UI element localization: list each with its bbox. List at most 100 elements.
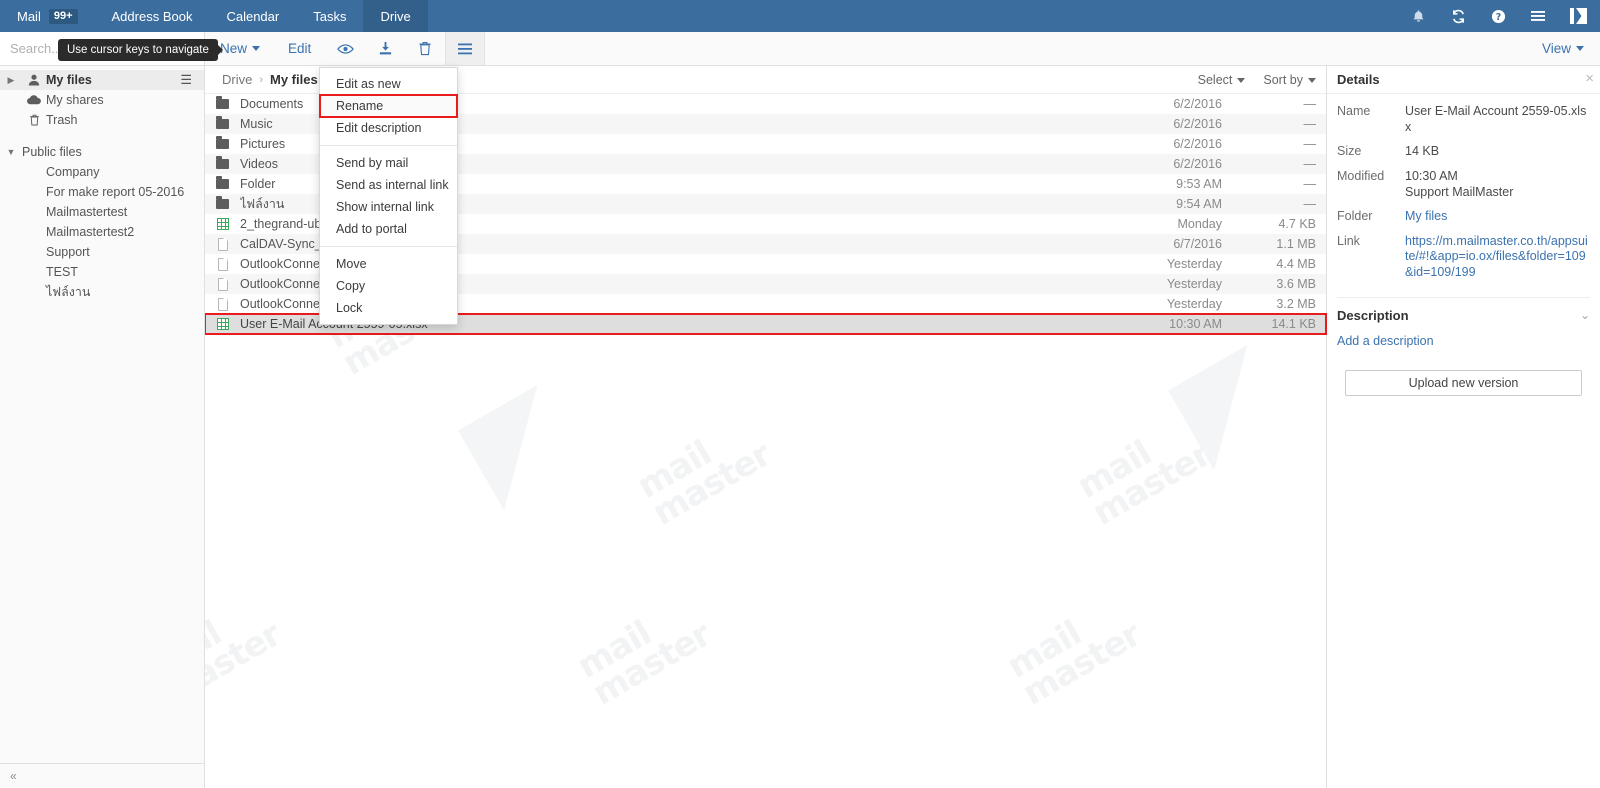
menu-icon[interactable] [1518, 0, 1558, 32]
sidebar-item-test[interactable]: TEST [0, 262, 204, 282]
context-menu: Edit as new Rename Edit description Send… [319, 67, 458, 325]
description-title: Description [1337, 307, 1409, 323]
document-icon [205, 257, 240, 271]
list-controls: Select Sort by [1198, 66, 1316, 94]
sidebar-item-thai-folder-label: ไฟล์งาน [46, 285, 91, 299]
tab-mail-label: Mail [17, 8, 41, 24]
upload-new-version-button[interactable]: Upload new version [1345, 369, 1582, 396]
menu-item-edit-description-label: Edit description [336, 121, 422, 135]
sidebar-item-company[interactable]: Company [0, 162, 204, 182]
edit-button[interactable]: Edit [274, 32, 325, 65]
toolbar-row: New Edit [0, 32, 1600, 66]
tab-drive-label: Drive [380, 8, 411, 24]
menu-item-copy[interactable]: Copy [320, 275, 457, 297]
details-value-modified: 10:30 AM Support MailMaster [1405, 168, 1514, 199]
chevron-right-icon[interactable]: ▶ [0, 75, 22, 86]
details-value-link[interactable]: https://m.mailmaster.co.th/appsuite/#!&a… [1405, 234, 1590, 281]
sidebar-item-test-label: TEST [46, 265, 78, 279]
chevron-down-icon [252, 46, 261, 51]
help-icon[interactable]: ? [1478, 0, 1518, 32]
details-row-modified: Modified 10:30 AM Support MailMaster [1337, 169, 1590, 200]
details-key-folder: Folder [1337, 209, 1373, 224]
menu-item-show-internal-link[interactable]: Show internal link [320, 196, 457, 218]
sidebar-item-support-label: Support [46, 245, 90, 259]
folder-icon [205, 156, 240, 169]
add-description-link[interactable]: Add a description [1337, 334, 1590, 348]
svg-text:?: ? [1495, 12, 1500, 23]
sidebar-item-my-shares[interactable]: My shares [0, 90, 204, 110]
select-dropdown[interactable]: Select [1198, 73, 1246, 87]
sidebar: ▶ My files ☰ My shares Trash ▼ Public fi… [0, 66, 205, 788]
file-date: 9:53 AM [1176, 177, 1222, 191]
file-date: 10:30 AM [1169, 317, 1222, 331]
sidebar-item-report[interactable]: For make report 05-2016 [0, 182, 204, 202]
file-date: Yesterday [1166, 277, 1222, 291]
tab-tasks[interactable]: Tasks [296, 0, 363, 32]
file-size: — [1303, 197, 1317, 211]
details-value-folder-link[interactable]: My files [1405, 209, 1590, 225]
menu-item-send-as-internal-link[interactable]: Send as internal link [320, 174, 457, 196]
sidebar-collapse-icon: « [10, 769, 17, 783]
hamburger-icon[interactable] [445, 32, 486, 65]
sidebar-item-mailmastertest2[interactable]: Mailmastertest2 [0, 222, 204, 242]
menu-item-move[interactable]: Move [320, 253, 457, 275]
sidebar-my-files-menu-icon[interactable]: ☰ [180, 72, 198, 88]
file-date: 6/7/2016 [1173, 237, 1222, 251]
file-size: — [1303, 177, 1317, 191]
edit-button-label: Edit [288, 41, 312, 56]
breadcrumb-root[interactable]: Drive [222, 72, 252, 87]
menu-item-send-by-mail[interactable]: Send by mail [320, 152, 457, 174]
menu-item-copy-label: Copy [336, 279, 366, 293]
file-size: 14.1 KB [1271, 317, 1316, 331]
menu-item-add-to-portal[interactable]: Add to portal [320, 218, 457, 240]
menu-item-edit-description[interactable]: Edit description [320, 117, 457, 139]
file-size: — [1303, 97, 1317, 111]
user-icon [22, 74, 46, 86]
sidebar-item-mailmastertest2-label: Mailmastertest2 [46, 225, 135, 239]
tab-mail[interactable]: Mail 99+ [0, 0, 95, 32]
bell-icon[interactable] [1398, 0, 1438, 32]
tab-tasks-label: Tasks [313, 8, 347, 24]
sidebar-item-mailmastertest[interactable]: Mailmastertest [0, 202, 204, 222]
chevron-down-icon[interactable]: ▼ [0, 147, 22, 157]
eye-icon[interactable] [325, 32, 365, 65]
menu-item-edit-as-new-label: Edit as new [336, 77, 401, 91]
mail-unread-badge: 99+ [48, 8, 78, 24]
chevron-down-icon[interactable]: ⌄ [1580, 308, 1590, 322]
document-icon [205, 297, 240, 311]
file-date: 6/2/2016 [1173, 117, 1222, 131]
file-size: — [1303, 117, 1317, 131]
folder-icon [205, 96, 240, 109]
tab-address-book[interactable]: Address Book [95, 0, 210, 32]
tab-calendar-label: Calendar [226, 8, 280, 24]
trash-icon[interactable] [405, 32, 445, 65]
details-value-size: 14 KB [1405, 144, 1440, 159]
sidebar-item-my-files[interactable]: ▶ My files ☰ [0, 70, 204, 90]
download-icon[interactable] [365, 32, 405, 65]
folder-icon [205, 116, 240, 129]
sidebar-item-support[interactable]: Support [0, 242, 204, 262]
details-header: Details × [1327, 66, 1600, 94]
file-size: 3.2 MB [1276, 297, 1316, 311]
menu-item-lock[interactable]: Lock [320, 297, 457, 319]
menu-item-edit-as-new[interactable]: Edit as new [320, 73, 457, 95]
sidebar-item-trash-label: Trash [46, 113, 78, 127]
close-icon[interactable]: × [1585, 71, 1594, 86]
tab-calendar[interactable]: Calendar [209, 0, 296, 32]
sidebar-group-public-files[interactable]: ▼ Public files [0, 142, 204, 162]
sidebar-item-trash[interactable]: Trash [0, 110, 204, 130]
tab-drive[interactable]: Drive [363, 0, 428, 32]
sidebar-collapse-button[interactable]: « [0, 763, 204, 788]
view-dropdown[interactable]: View [1534, 32, 1592, 65]
breadcrumb-separator: › [259, 73, 264, 86]
folder-icon [205, 176, 240, 189]
sidebar-item-thai-folder[interactable]: ไฟล์งาน [0, 282, 204, 302]
menu-item-rename[interactable]: Rename [319, 94, 458, 118]
view-dropdown-label: View [1541, 41, 1571, 56]
sort-by-dropdown[interactable]: Sort by [1263, 73, 1316, 87]
details-row-size: Size 14 KB [1337, 144, 1590, 160]
file-size: — [1303, 157, 1317, 171]
refresh-icon[interactable] [1438, 0, 1478, 32]
new-button-label: New [220, 41, 248, 56]
